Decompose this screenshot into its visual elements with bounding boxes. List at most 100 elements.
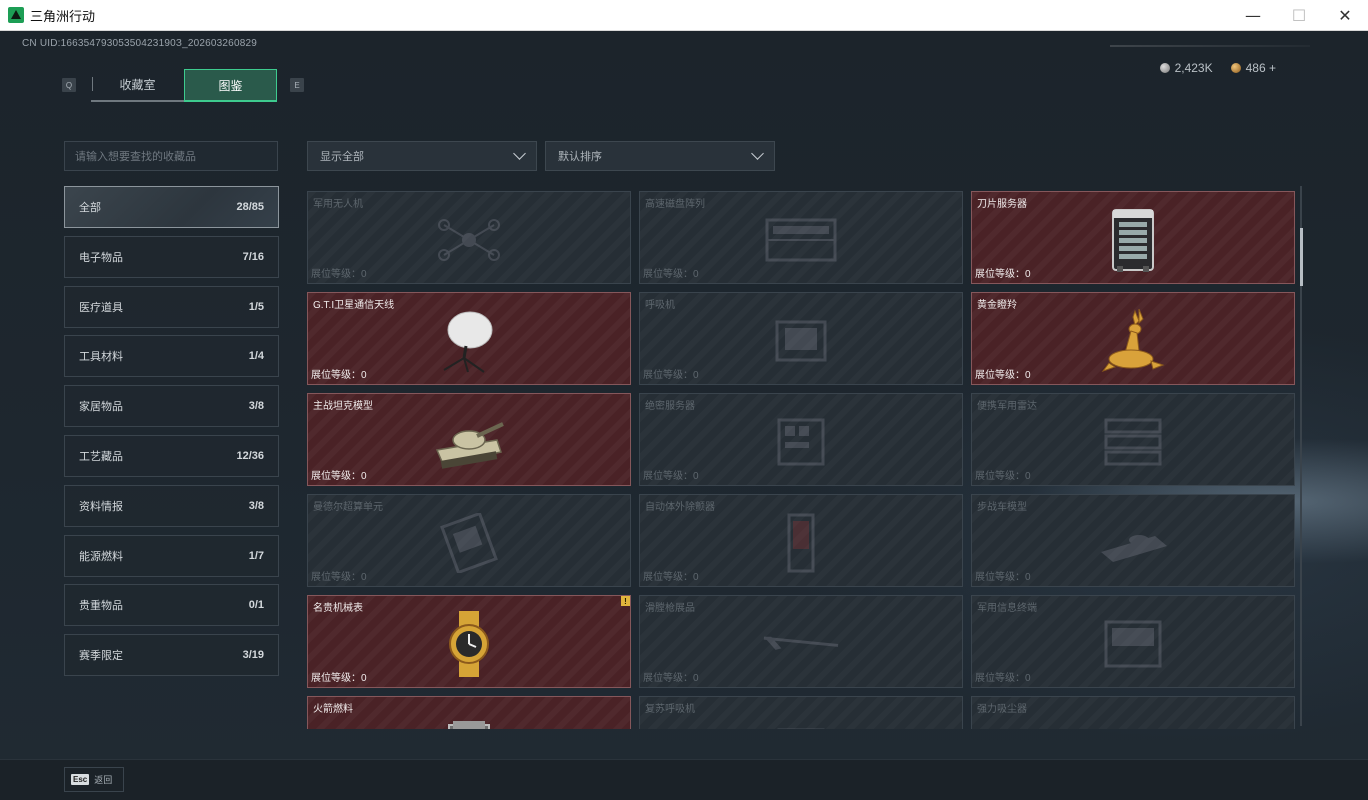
collectible-name: 刀片服务器 xyxy=(977,199,1027,210)
minimize-button[interactable]: — xyxy=(1230,0,1276,31)
chevron-down-icon xyxy=(514,149,526,161)
category-intel[interactable]: 资料情报 3/8 xyxy=(64,484,279,527)
musket-icon xyxy=(761,608,841,680)
category-label: 家居物品 xyxy=(79,401,123,414)
display-filter-dropdown[interactable]: 显示全部 xyxy=(307,141,537,171)
collectible-card[interactable]: 主战坦克模型 展位等级：0 xyxy=(307,393,631,486)
collectible-card[interactable]: 军用无人机 展位等级：0 xyxy=(307,191,631,284)
collectible-card[interactable]: 便携军用雷达 展位等级：0 xyxy=(971,393,1295,486)
collectible-name: 名贵机械表 xyxy=(313,603,363,614)
ifv-model-icon xyxy=(1093,507,1173,579)
footer-bar xyxy=(0,759,1368,800)
display-level-value: 0 xyxy=(693,572,699,583)
category-count: 1/7 xyxy=(248,549,264,562)
display-level: 展位等级：0 xyxy=(643,568,699,583)
collectible-name: 绝密服务器 xyxy=(645,401,695,412)
category-all[interactable]: 全部 28/85 xyxy=(64,186,279,228)
maximize-button[interactable]: ☐ xyxy=(1276,0,1322,31)
category-medical[interactable]: 医疗道具 1/5 xyxy=(64,285,279,328)
collectible-card[interactable]: 刀片服务器 展位等级：0 xyxy=(971,191,1295,284)
display-level-label: 展位等级： xyxy=(311,673,361,684)
display-level-value: 0 xyxy=(361,370,367,381)
window-titlebar: 三角洲行动 — ☐ ✕ xyxy=(0,0,1368,31)
category-label: 电子物品 xyxy=(79,251,123,264)
category-label: 赛季限定 xyxy=(79,650,123,663)
prev-tab-key-hint[interactable]: Q xyxy=(62,78,76,92)
search-input[interactable]: 请输入想要查找的收藏品 xyxy=(64,141,278,171)
collectible-name: 军用无人机 xyxy=(313,199,363,210)
collectible-card[interactable]: 高速磁盘阵列 展位等级：0 xyxy=(639,191,963,284)
currency-display: 2,423K 486 + xyxy=(1159,61,1276,75)
category-household[interactable]: 家居物品 3/8 xyxy=(64,385,279,428)
gold-amount: 486 + xyxy=(1245,61,1276,75)
tab-collection-room[interactable]: 收藏室 xyxy=(91,69,184,102)
collectible-name: 军用信息终端 xyxy=(977,603,1037,614)
category-crafts[interactable]: 工艺藏品 12/36 xyxy=(64,434,279,477)
category-electronics[interactable]: 电子物品 7/16 xyxy=(64,235,279,278)
display-level: 展位等级：0 xyxy=(975,568,1031,583)
vacuum-cleaner-icon xyxy=(1093,709,1173,729)
collectible-name: 高速磁盘阵列 xyxy=(645,199,705,210)
category-count: 0/1 xyxy=(248,599,264,612)
collectible-name: 曼德尔超算单元 xyxy=(313,502,383,513)
category-valuables[interactable]: 贵重物品 0/1 xyxy=(64,584,279,627)
gold-coin-icon xyxy=(1230,63,1241,73)
gold-currency[interactable]: 486 + xyxy=(1230,61,1276,75)
category-sidebar: 全部 28/85 电子物品 7/16 医疗道具 1/5 工具材料 1/4 家居物… xyxy=(64,186,279,684)
collectible-card[interactable]: 步战车模型展位等级：0 xyxy=(971,494,1295,587)
display-filter-value: 显示全部 xyxy=(320,151,364,163)
category-label: 工艺藏品 xyxy=(79,450,123,463)
collectible-name: 强力吸尘器 xyxy=(977,704,1027,715)
collectible-card[interactable]: 军用信息终端展位等级：0 xyxy=(971,595,1295,688)
category-label: 资料情报 xyxy=(79,500,123,513)
display-level-value: 0 xyxy=(1025,370,1031,381)
tank-model-icon xyxy=(429,406,509,478)
display-level-value: 0 xyxy=(1025,471,1031,482)
app-logo-icon xyxy=(8,7,24,23)
scrollbar-thumb[interactable] xyxy=(1300,228,1303,286)
display-level-value: 0 xyxy=(693,673,699,684)
display-level-value: 0 xyxy=(693,269,699,280)
top-divider xyxy=(1110,45,1310,47)
sort-dropdown[interactable]: 默认排序 xyxy=(545,141,775,171)
category-tools[interactable]: 工具材料 1/4 xyxy=(64,335,279,378)
display-level-value: 0 xyxy=(361,673,367,684)
collectible-card[interactable]: 自动体外除颤器 展位等级：0 xyxy=(639,494,963,587)
display-level-label: 展位等级： xyxy=(975,572,1025,583)
category-label: 贵重物品 xyxy=(79,600,123,613)
tab-catalog[interactable]: 图鉴 xyxy=(184,69,277,102)
ventilator-icon xyxy=(761,305,841,377)
category-energy[interactable]: 能源燃料 1/7 xyxy=(64,534,279,577)
collectible-card[interactable]: 强力吸尘器 xyxy=(971,696,1295,729)
category-label: 工具材料 xyxy=(79,351,123,364)
collectible-card[interactable]: 复苏呼吸机 xyxy=(639,696,963,729)
display-level-label: 展位等级： xyxy=(643,572,693,583)
disk-array-icon xyxy=(761,204,841,276)
collectible-name: 黄金瞪羚 xyxy=(977,300,1017,311)
display-level: 展位等级：0 xyxy=(311,467,367,482)
display-level-label: 展位等级： xyxy=(311,471,361,482)
display-level: 展位等级：0 xyxy=(975,669,1031,684)
collectible-card[interactable]: G.T.I卫星通信天线 展位等级：0 xyxy=(307,292,631,385)
display-level: 展位等级：0 xyxy=(975,366,1031,381)
back-button[interactable]: Esc 返回 xyxy=(64,767,124,792)
collectible-card[interactable]: 火箭燃料 xyxy=(307,696,631,729)
blade-server-icon xyxy=(1093,204,1173,276)
category-count: 1/4 xyxy=(248,350,264,363)
collectible-card[interactable]: 曼德尔超算单元 展位等级：0 xyxy=(307,494,631,587)
next-tab-key-hint[interactable]: E xyxy=(290,78,304,92)
collectible-card[interactable]: 黄金瞪羚展位等级：0 xyxy=(971,292,1295,385)
collectible-card[interactable]: 名贵机械表 展位等级：0! xyxy=(307,595,631,688)
display-level: 展位等级：0 xyxy=(643,669,699,684)
secret-server-icon xyxy=(761,406,841,478)
supercomputer-unit-icon xyxy=(429,507,509,579)
display-level: 展位等级：0 xyxy=(311,669,367,684)
collectible-card[interactable]: 绝密服务器 展位等级：0 xyxy=(639,393,963,486)
collectible-name: 步战车模型 xyxy=(977,502,1027,513)
close-button[interactable]: ✕ xyxy=(1322,0,1368,31)
display-level-label: 展位等级： xyxy=(975,269,1025,280)
category-season-limited[interactable]: 赛季限定 3/19 xyxy=(64,634,279,677)
collectible-card[interactable]: 呼吸机 展位等级：0 xyxy=(639,292,963,385)
collectible-card[interactable]: 滑膛枪展品 展位等级：0 xyxy=(639,595,963,688)
back-label: 返回 xyxy=(94,775,113,785)
